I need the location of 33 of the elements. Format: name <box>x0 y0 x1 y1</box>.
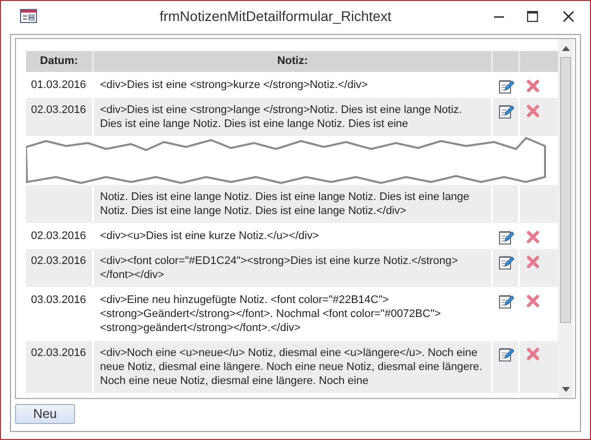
note-cell-text: <div>Noch eine <u>neue</u> Notiz, diesmal eine <u>längere</u>. Noch eine neue Notiz, diesmal eine längere. Noch eine neue Notiz, diesmal eine längere. Noch eine neue Notiz, diesmal eine längere. Noch eine <box>100 346 484 388</box>
date-cell: 03.03.2016 <box>31 293 87 307</box>
note-cell-text: <div>Dies ist eine <strong>lange </strong>Notiz. Dies ist eine lange Notiz. Dies ist eine lange Notiz. Dies ist eine lange Notiz. Dies ist eine <box>100 103 463 131</box>
edit-note-icon[interactable] <box>498 346 514 362</box>
note-cell-text: <div><u>Dies ist eine kurze Notiz.</u></div> <box>100 229 320 243</box>
date-cell: 02.03.2016 <box>31 103 87 117</box>
date-cell: 01.03.2016 <box>31 78 87 92</box>
delete-icon[interactable] <box>526 79 540 93</box>
delete-icon[interactable] <box>526 294 540 308</box>
delete-icon[interactable] <box>526 230 540 244</box>
edit-note-icon[interactable] <box>498 78 514 94</box>
date-cell: 02.03.2016 <box>31 254 87 268</box>
scroll-down-icon[interactable] <box>562 387 570 392</box>
maximize-icon[interactable] <box>526 10 538 22</box>
note-cell-text: <div>Dies ist eine <strong>kurze </strong>Notiz.</div> <box>100 78 369 92</box>
edit-note-icon[interactable] <box>498 229 514 245</box>
scrollbar-thumb[interactable] <box>560 57 571 323</box>
close-icon[interactable] <box>562 10 574 22</box>
new-button[interactable]: Neu <box>15 404 75 424</box>
edit-note-icon[interactable] <box>498 103 514 119</box>
scroll-up-icon[interactable] <box>562 46 570 51</box>
column-header: Notiz: <box>277 54 308 70</box>
form-icon <box>20 9 37 23</box>
column-header: Datum: <box>40 54 78 70</box>
edit-note-icon[interactable] <box>498 254 514 270</box>
scrollbar[interactable] <box>558 39 573 398</box>
edit-note-icon[interactable] <box>498 293 514 309</box>
note-cell-text: <div><font color="#ED1C24"><strong>Dies ist eine kurze Notiz.</strong></font></div> <box>100 254 459 282</box>
note-cell-text: <div>Eine neu hinzugefügte Notiz. <font color="#22B14C"><strong>Geändert</strong></font>. Nochmal <font color="#0072BC"><strong>geändert</strong></font>.</div> <box>100 293 442 335</box>
note-cell-text: Notiz. Dies ist eine lange Notiz. Dies ist eine lange Notiz. Dies ist eine lange Notiz. Dies ist eine lange Notiz. Dies ist eine lange Notiz.</div> <box>100 190 470 218</box>
window-title: frmNotizenMitDetailformular_Richtext <box>158 6 392 26</box>
date-cell: 02.03.2016 <box>31 346 87 360</box>
date-cell: 02.03.2016 <box>31 229 87 243</box>
